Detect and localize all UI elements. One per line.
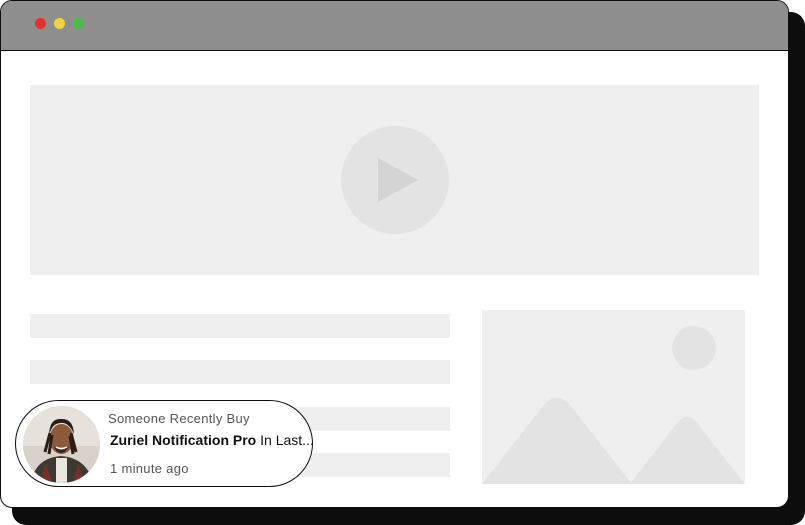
product-name: Zuriel Notification Pro: [110, 432, 257, 448]
play-icon[interactable]: [341, 126, 449, 234]
image-placeholder-icon: [482, 326, 745, 484]
recent-purchase-notification[interactable]: Someone Recently Buy Zuriel Notification…: [15, 400, 314, 487]
maximize-window-button[interactable]: [73, 18, 84, 29]
text-line-placeholder: [30, 360, 450, 384]
minimize-window-button[interactable]: [54, 18, 65, 29]
notification-label: Someone Recently Buy: [108, 411, 250, 426]
person-avatar: [23, 406, 100, 483]
image-placeholder: [482, 310, 745, 484]
notification-product: Zuriel Notification Pro In Last...: [110, 432, 314, 448]
window-titlebar: [1, 1, 788, 51]
text-line-placeholder: [30, 314, 450, 338]
notification-time: 1 minute ago: [110, 461, 189, 476]
product-suffix: In Last...: [256, 432, 314, 448]
close-window-button[interactable]: [35, 18, 46, 29]
video-placeholder[interactable]: [30, 85, 759, 275]
